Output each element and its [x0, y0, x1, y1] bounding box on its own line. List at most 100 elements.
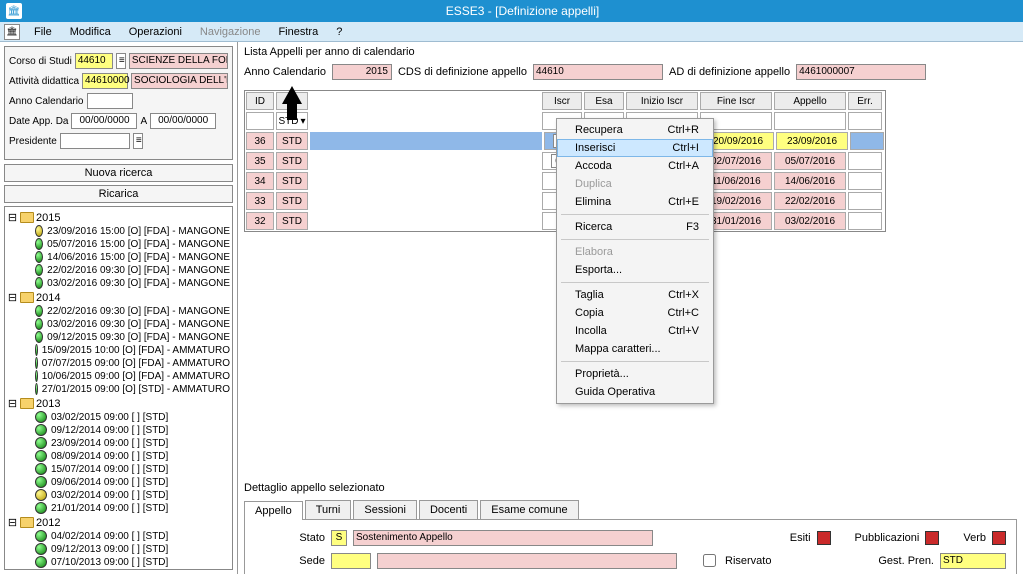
ctx-shortcut: Ctrl+V — [668, 325, 699, 337]
col-err[interactable]: Err. — [848, 92, 882, 110]
riservato-checkbox[interactable] — [703, 554, 716, 567]
filter-appello[interactable] — [774, 112, 846, 130]
ricarica-button[interactable]: Ricarica — [4, 185, 233, 203]
col-inizio[interactable]: Inizio Iscr — [626, 92, 698, 110]
ctx-incolla[interactable]: IncollaCtrl+V — [557, 322, 713, 340]
appelli-tree[interactable]: ⊟ 2015 23/09/2016 15:00 [O] [FDA] - MANG… — [4, 206, 233, 570]
col-appello[interactable]: Appello — [774, 92, 846, 110]
cell-appello[interactable]: 23/09/2016 — [776, 132, 848, 150]
menu-navigazione[interactable]: Navigazione — [192, 24, 269, 40]
tree-item[interactable]: 09/12/2015 09:30 [O] [FDA] - MANGONE — [7, 331, 230, 343]
verb-led-icon[interactable] — [992, 531, 1006, 545]
folder-icon — [20, 212, 34, 223]
col-esa[interactable]: Esa — [584, 92, 624, 110]
ctx-guida-operativa[interactable]: Guida Operativa — [557, 383, 713, 401]
cell-appello[interactable]: 14/06/2016 — [774, 172, 846, 190]
tab-esame-comune[interactable]: Esame comune — [480, 500, 578, 519]
presidente-input[interactable] — [60, 133, 130, 149]
filter-id[interactable] — [246, 112, 274, 130]
tree-item[interactable]: 09/12/2014 09:00 [ ] [STD] — [7, 424, 230, 436]
pubbl-led-icon[interactable] — [925, 531, 939, 545]
ctx-copia[interactable]: CopiaCtrl+C — [557, 304, 713, 322]
tree-item[interactable]: 07/10/2013 09:00 [ ] [STD] — [7, 556, 230, 568]
cell-std: STD — [276, 132, 308, 150]
ctx-accoda[interactable]: AccodaCtrl+A — [557, 157, 713, 175]
tree-year[interactable]: ⊟ 2012 — [7, 516, 230, 529]
anno-cal-value[interactable]: 2015 — [332, 64, 392, 80]
menu-modifica[interactable]: Modifica — [62, 24, 119, 40]
expand-icon[interactable]: ⊟ — [7, 397, 18, 410]
stato-label: Stato — [255, 532, 325, 544]
tree-item[interactable]: 23/09/2014 09:00 [ ] [STD] — [7, 437, 230, 449]
corso-lookup-btn[interactable]: ≡ — [116, 53, 126, 69]
ctx-ricerca[interactable]: RicercaF3 — [557, 218, 713, 236]
col-id[interactable]: ID — [246, 92, 274, 110]
tab-sessioni[interactable]: Sessioni — [353, 500, 417, 519]
gest-pren-value[interactable]: STD — [940, 553, 1006, 569]
tree-item[interactable]: 03/02/2016 09:30 [O] [FDA] - MANGONE — [7, 318, 230, 330]
tree-item-label: 22/02/2016 09:30 [O] [FDA] - MANGONE — [47, 306, 230, 317]
tree-item[interactable]: 09/12/2013 09:00 [ ] [STD] — [7, 543, 230, 555]
expand-icon[interactable]: ⊟ — [7, 211, 18, 224]
sede-code[interactable] — [331, 553, 371, 569]
app-small-icon[interactable]: 🏛 — [4, 24, 20, 40]
anno-input[interactable] — [87, 93, 133, 109]
expand-icon[interactable]: ⊟ — [7, 291, 18, 304]
ctx-propriet-[interactable]: Proprietà... — [557, 365, 713, 383]
tree-item[interactable]: 15/09/2015 10:00 [O] [FDA] - AMMATURO — [7, 344, 230, 356]
date-da-input[interactable]: 00/00/0000 — [71, 113, 137, 129]
tree-year[interactable]: ⊟ 2015 — [7, 211, 230, 224]
corso-code[interactable]: 44610 — [75, 53, 113, 69]
tree-item[interactable]: 05/07/2016 15:00 [O] [FDA] - MANGONE — [7, 238, 230, 250]
ctx-esporta-[interactable]: Esporta... — [557, 261, 713, 279]
ctx-recupera[interactable]: RecuperaCtrl+R — [557, 121, 713, 139]
tree-item[interactable]: 09/06/2014 09:00 [ ] [STD] — [7, 476, 230, 488]
esiti-led-icon[interactable] — [817, 531, 831, 545]
tree-year[interactable]: ⊟ 2013 — [7, 397, 230, 410]
col-iscr[interactable]: Iscr — [542, 92, 582, 110]
cell-std: STD — [276, 192, 308, 210]
tree-item[interactable]: 09/09/2013 09:00 [ ] [STD] — [7, 569, 230, 570]
tree-item[interactable]: 22/02/2016 09:30 [O] [FDA] - MANGONE — [7, 264, 230, 276]
attivita-code[interactable]: 44610000 — [82, 73, 128, 89]
tree-item[interactable]: 04/02/2014 09:00 [ ] [STD] — [7, 530, 230, 542]
ctx-mappa-caratteri-[interactable]: Mappa caratteri... — [557, 340, 713, 358]
tree-item[interactable]: 14/06/2016 15:00 [O] [FDA] - MANGONE — [7, 251, 230, 263]
tree-item[interactable]: 27/01/2015 09:00 [O] [STD] - AMMATURO — [7, 383, 230, 395]
nuova-ricerca-button[interactable]: Nuova ricerca — [4, 164, 233, 182]
tree-item[interactable]: 03/02/2015 09:00 [ ] [STD] — [7, 411, 230, 423]
expand-icon[interactable]: ⊟ — [7, 516, 18, 529]
tree-year[interactable]: ⊟ 2014 — [7, 291, 230, 304]
window-title: ESSE3 - [Definizione appelli] — [28, 4, 1017, 18]
tree-item[interactable]: 21/01/2014 09:00 [ ] [STD] — [7, 502, 230, 514]
date-a-input[interactable]: 00/00/0000 — [150, 113, 216, 129]
tree-item[interactable]: 03/02/2016 09:30 [O] [FDA] - MANGONE — [7, 277, 230, 289]
stato-code[interactable]: S — [331, 530, 347, 546]
presidente-lookup-btn[interactable]: ≡ — [133, 133, 143, 149]
tree-item-label: 09/09/2013 09:00 [ ] [STD] — [51, 570, 168, 571]
tree-item[interactable]: 03/02/2014 09:00 [ ] [STD] — [7, 489, 230, 501]
col-fine[interactable]: Fine Iscr — [700, 92, 772, 110]
menu-?[interactable]: ? — [328, 24, 350, 40]
ctx-inserisci[interactable]: InserisciCtrl+I — [557, 139, 713, 157]
tab-turni[interactable]: Turni — [305, 500, 352, 519]
tree-item[interactable]: 15/07/2014 09:00 [ ] [STD] — [7, 463, 230, 475]
tree-item[interactable]: 08/09/2014 09:00 [ ] [STD] — [7, 450, 230, 462]
tree-item[interactable]: 10/06/2015 09:00 [O] [FDA] - AMMATURO — [7, 370, 230, 382]
menu-operazioni[interactable]: Operazioni — [121, 24, 190, 40]
tree-item[interactable]: 22/02/2016 09:30 [O] [FDA] - MANGONE — [7, 305, 230, 317]
filter-err[interactable] — [848, 112, 882, 130]
cell-appello[interactable]: 03/02/2016 — [774, 212, 846, 230]
cell-appello[interactable]: 22/02/2016 — [774, 192, 846, 210]
tab-docenti[interactable]: Docenti — [419, 500, 478, 519]
menu-finestra[interactable]: Finestra — [270, 24, 326, 40]
menu-file[interactable]: File — [26, 24, 60, 40]
tree-item[interactable]: 23/09/2016 15:00 [O] [FDA] - MANGONE — [7, 225, 230, 237]
tab-appello[interactable]: Appello — [244, 501, 303, 520]
ctx-elimina[interactable]: EliminaCtrl+E — [557, 193, 713, 211]
context-menu[interactable]: RecuperaCtrl+RInserisciCtrl+IAccodaCtrl+… — [556, 118, 714, 404]
tree-item[interactable]: 07/07/2015 09:00 [O] [FDA] - AMMATURO — [7, 357, 230, 369]
tree-item-label: 10/06/2015 09:00 [O] [FDA] - AMMATURO — [42, 371, 230, 382]
ctx-taglia[interactable]: TagliaCtrl+X — [557, 286, 713, 304]
cell-appello[interactable]: 05/07/2016 — [774, 152, 846, 170]
